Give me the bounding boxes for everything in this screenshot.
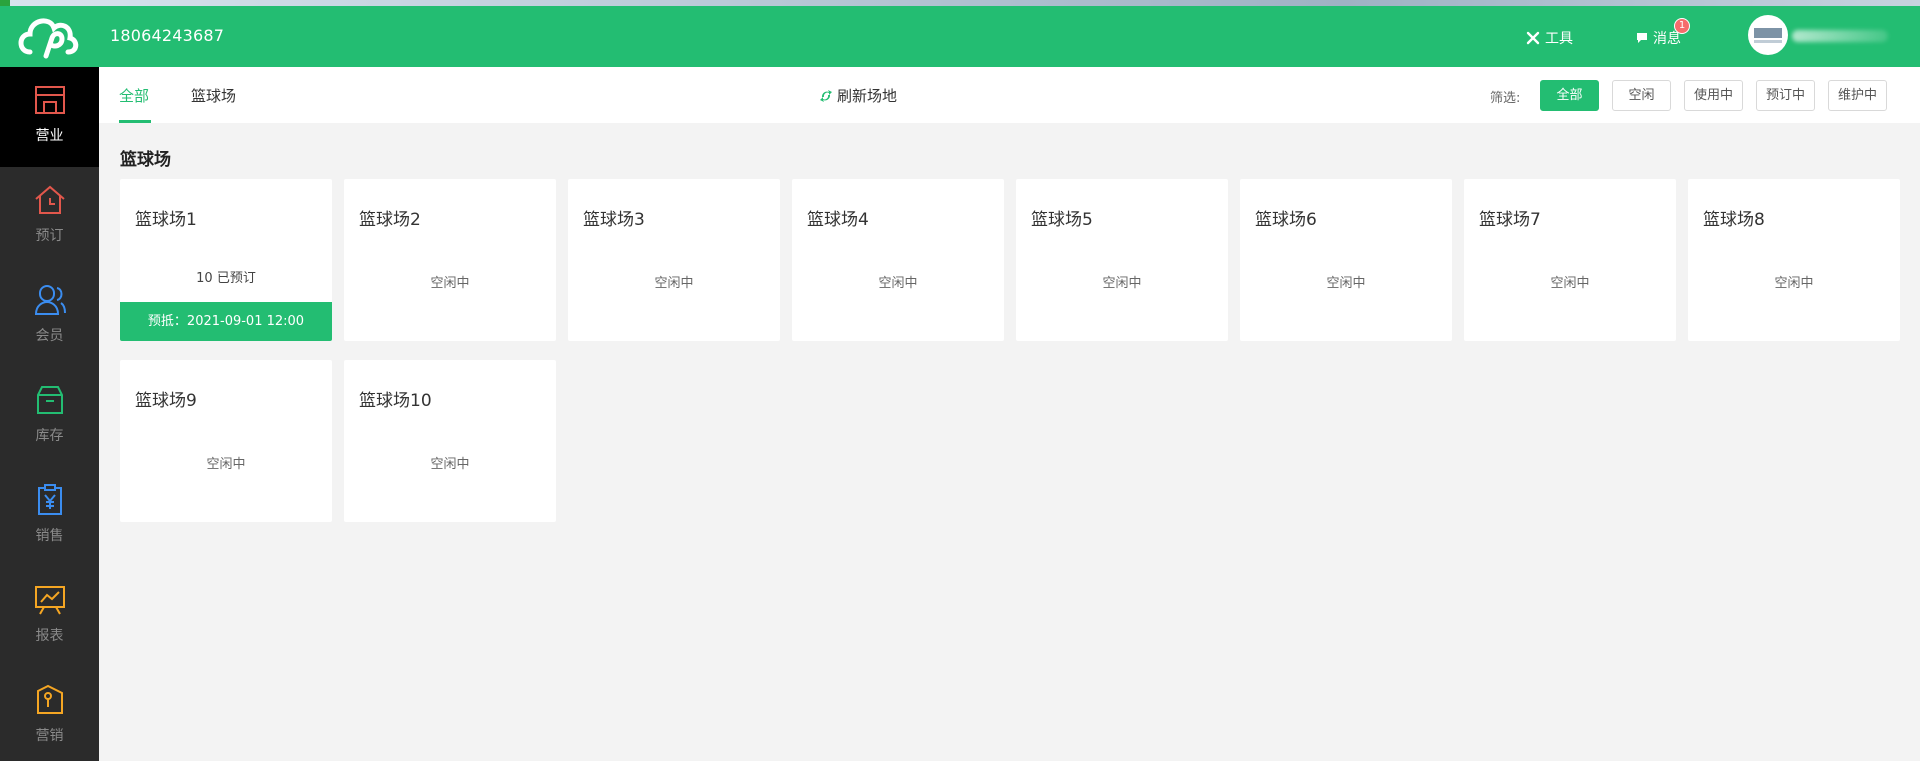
- app-logo-icon: [18, 18, 79, 59]
- yen-clipboard-icon: [38, 484, 62, 515]
- sidebar: 营业 预订 会员 库存 销售 报表 营销: [0, 67, 99, 761]
- court-booking-info: 10 已预订: [196, 271, 256, 286]
- court-status: 空闲中: [878, 276, 918, 291]
- home-clock-icon: [35, 185, 65, 214]
- court-name: 篮球场10: [359, 391, 432, 411]
- tools-button[interactable]: 工具: [1526, 28, 1573, 48]
- filter-in-use-button[interactable]: 使用中: [1684, 80, 1743, 111]
- filter-idle-button[interactable]: 空闲: [1612, 80, 1671, 111]
- tab-bar: 全部 篮球场 刷新场地 筛选: 全部 空闲 使用中 预订中 维护中: [99, 67, 1920, 123]
- sidebar-item-reports[interactable]: 报表: [0, 567, 99, 667]
- court-status: 空闲中: [1102, 276, 1142, 291]
- court-card[interactable]: 篮球场2 空闲中: [344, 179, 556, 341]
- court-status: 空闲中: [1326, 276, 1366, 291]
- sidebar-item-booking[interactable]: 预订: [0, 167, 99, 267]
- sidebar-item-label: 营销: [35, 728, 64, 744]
- tag-icon: [37, 684, 63, 714]
- court-name: 篮球场9: [135, 391, 197, 411]
- court-name: 篮球场7: [1479, 210, 1541, 230]
- account-phone: 18064243687: [110, 26, 225, 45]
- section-title: 篮球场: [120, 150, 171, 170]
- filter-booked-button[interactable]: 预订中: [1756, 80, 1815, 111]
- filter-maintenance-button[interactable]: 维护中: [1828, 80, 1887, 111]
- refresh-icon: [820, 89, 832, 102]
- court-arrival-time: 预抵：2021-09-01 12:00: [120, 302, 332, 341]
- sidebar-item-sales[interactable]: 销售: [0, 467, 99, 567]
- user-avatar[interactable]: [1748, 15, 1788, 55]
- court-name: 篮球场1: [135, 210, 197, 230]
- sidebar-item-label: 销售: [35, 528, 64, 544]
- court-card[interactable]: 篮球场5 空闲中: [1016, 179, 1228, 341]
- court-name: 篮球场3: [583, 210, 645, 230]
- filter-all-button[interactable]: 全部: [1540, 80, 1599, 111]
- sidebar-item-business[interactable]: 营业: [0, 67, 99, 167]
- tools-icon: [1526, 31, 1540, 45]
- sidebar-item-marketing[interactable]: 营销: [0, 667, 99, 761]
- sidebar-item-label: 报表: [35, 628, 64, 644]
- filter-label: 筛选:: [1490, 91, 1521, 106]
- tab-all[interactable]: 全部: [119, 85, 149, 106]
- court-card[interactable]: 篮球场7 空闲中: [1464, 179, 1676, 341]
- court-name: 篮球场2: [359, 210, 421, 230]
- box-icon: [37, 386, 63, 414]
- court-status: 空闲中: [1774, 276, 1814, 291]
- court-name: 篮球场5: [1031, 210, 1093, 230]
- court-status: 空闲中: [430, 276, 470, 291]
- court-status: 空闲中: [1550, 276, 1590, 291]
- tools-label: 工具: [1545, 31, 1573, 47]
- chart-board-icon: [35, 586, 65, 615]
- court-name: 篮球场8: [1703, 210, 1765, 230]
- messages-button[interactable]: 消息 1: [1636, 18, 1690, 48]
- member-icon: [34, 285, 66, 315]
- refresh-courts-button[interactable]: 刷新场地: [819, 85, 897, 106]
- court-name: 篮球场6: [1255, 210, 1317, 230]
- sidebar-item-members[interactable]: 会员: [0, 267, 99, 367]
- tab-basketball[interactable]: 篮球场: [191, 85, 236, 106]
- sidebar-item-label: 预订: [35, 228, 64, 244]
- court-status: 空闲中: [206, 457, 246, 472]
- court-card[interactable]: 篮球场3 空闲中: [568, 179, 780, 341]
- sidebar-item-label: 营业: [35, 128, 64, 144]
- active-tab-indicator: [119, 120, 151, 123]
- court-status: 空闲中: [654, 276, 694, 291]
- sidebar-item-label: 库存: [35, 428, 64, 444]
- sidebar-item-label: 会员: [35, 328, 64, 344]
- court-card[interactable]: 篮球场9 空闲中: [120, 360, 332, 522]
- court-card[interactable]: 篮球场6 空闲中: [1240, 179, 1452, 341]
- shop-icon: [35, 86, 65, 114]
- top-header: 18064243687 工具 消息 1: [0, 6, 1920, 67]
- court-card[interactable]: 篮球场4 空闲中: [792, 179, 1004, 341]
- court-card[interactable]: 篮球场1 10 已预订 预抵：2021-09-01 12:00: [120, 179, 332, 341]
- court-card[interactable]: 篮球场10 空闲中: [344, 360, 556, 522]
- court-status: 空闲中: [430, 457, 470, 472]
- court-card[interactable]: 篮球场8 空闲中: [1688, 179, 1900, 341]
- username-blurred: [1792, 30, 1888, 42]
- refresh-label: 刷新场地: [837, 87, 898, 105]
- court-name: 篮球场4: [807, 210, 869, 230]
- sidebar-item-inventory[interactable]: 库存: [0, 367, 99, 467]
- message-count-badge: 1: [1674, 18, 1690, 34]
- message-icon: [1637, 33, 1647, 43]
